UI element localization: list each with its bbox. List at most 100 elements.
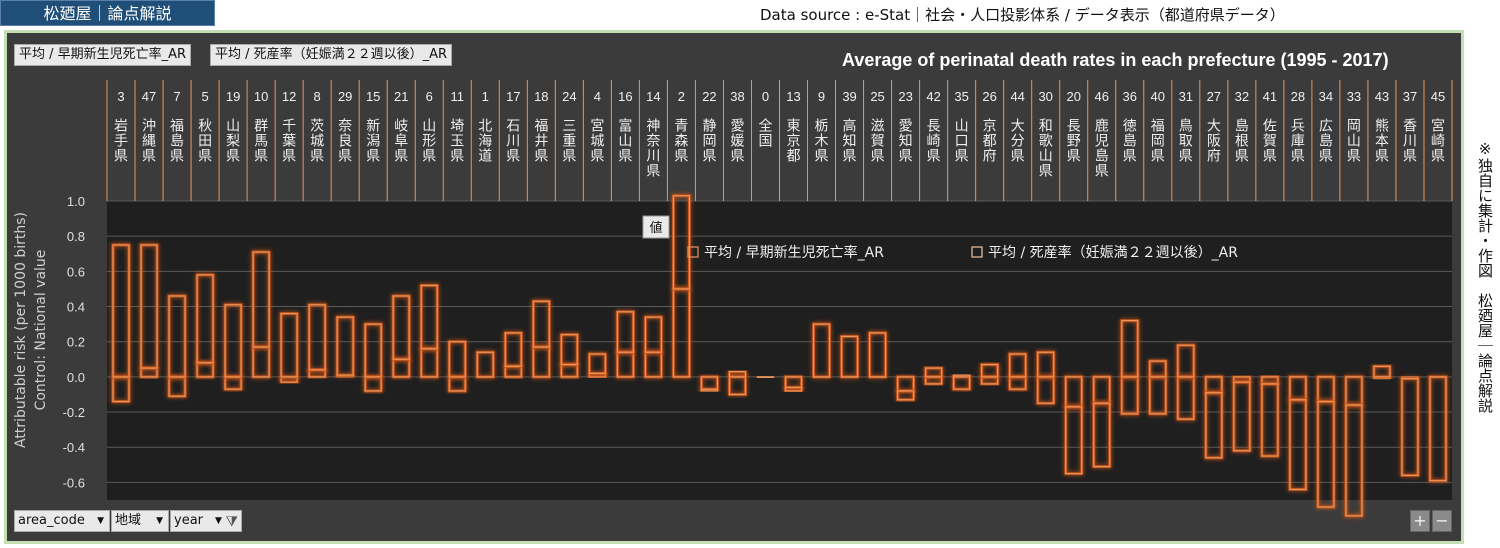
area-code-label: 43 bbox=[1375, 89, 1389, 104]
area-code-label: 28 bbox=[1291, 89, 1305, 104]
axis-button-region-label: 地域 bbox=[115, 513, 142, 528]
area-code-label: 14 bbox=[646, 89, 660, 104]
area-code-label: 45 bbox=[1431, 89, 1445, 104]
legend-label-early-neonatal: 平均 / 早期新生児死亡率_AR bbox=[704, 244, 884, 261]
region-label: 全国 bbox=[756, 117, 772, 148]
axis-button-year[interactable]: year ▼ ⧩ bbox=[170, 510, 242, 532]
area-code-label: 20 bbox=[1066, 89, 1080, 104]
legend-label-stillbirth: 平均 / 死産率（妊娠満２２週以後）_AR bbox=[988, 244, 1238, 261]
area-code-label: 8 bbox=[314, 89, 321, 104]
region-label: 栃木県 bbox=[813, 118, 829, 163]
region-label: 福岡県 bbox=[1149, 118, 1165, 163]
filter-icon: ⧩ bbox=[225, 514, 239, 530]
axis-button-region[interactable]: 地域 ▼ bbox=[111, 510, 169, 532]
region-label: 富山県 bbox=[616, 117, 632, 163]
region-label: 愛知県 bbox=[897, 118, 913, 163]
area-code-label: 24 bbox=[562, 89, 576, 104]
y-tick-label: 0.8 bbox=[67, 229, 85, 244]
area-code-label: 37 bbox=[1403, 89, 1417, 104]
region-label: 茨城県 bbox=[308, 118, 324, 163]
area-code-label: 44 bbox=[1010, 89, 1024, 104]
dropdown-arrow-icon: ▼ bbox=[156, 516, 163, 526]
dropdown-arrow-icon: ▼ bbox=[97, 516, 104, 526]
y-tick-label: 0.0 bbox=[67, 370, 85, 385]
y-tick-label: 1.0 bbox=[67, 194, 85, 209]
y-tick-label: -0.2 bbox=[63, 405, 85, 420]
area-code-label: 17 bbox=[506, 89, 520, 104]
area-code-label: 6 bbox=[426, 89, 433, 104]
region-label: 静岡県 bbox=[700, 118, 716, 163]
region-label: 熊本県 bbox=[1373, 118, 1389, 163]
region-label: 岡山県 bbox=[1345, 118, 1361, 163]
area-code-label: 47 bbox=[142, 89, 156, 104]
region-label: 島根県 bbox=[1233, 118, 1249, 163]
y-tick-label: -0.6 bbox=[63, 475, 85, 490]
region-label: 東京都 bbox=[785, 118, 801, 163]
area-code-label: 15 bbox=[366, 89, 380, 104]
area-code-label: 39 bbox=[842, 89, 856, 104]
y-tick-label: 0.4 bbox=[67, 300, 85, 315]
region-label: 高知県 bbox=[841, 117, 857, 163]
bar-segment-stillbirth bbox=[756, 376, 775, 378]
area-code-label: 9 bbox=[818, 89, 825, 104]
region-label: 広島県 bbox=[1317, 118, 1333, 163]
region-label: 徳島県 bbox=[1121, 118, 1137, 163]
area-code-label: 22 bbox=[702, 89, 716, 104]
region-label: 山口県 bbox=[953, 118, 969, 163]
side-note: ※独自に集計・作図 松廼屋｜論点解説 bbox=[1476, 140, 1494, 413]
area-code-label: 25 bbox=[870, 89, 884, 104]
area-code-label: 32 bbox=[1235, 89, 1249, 104]
region-label: 宮崎県 bbox=[1429, 118, 1445, 163]
region-label: 長野県 bbox=[1065, 118, 1081, 163]
region-label: 千葉県 bbox=[280, 118, 296, 163]
zoom-out-button[interactable]: − bbox=[1432, 510, 1452, 532]
y-tick-label: 0.2 bbox=[67, 335, 85, 350]
area-code-label: 5 bbox=[201, 89, 208, 104]
region-label: 福井県 bbox=[532, 118, 548, 163]
region-label: 兵庫県 bbox=[1289, 118, 1305, 163]
region-label: 香川県 bbox=[1401, 118, 1417, 163]
zoom-in-button[interactable]: + bbox=[1410, 510, 1430, 532]
region-label: 神奈川県 bbox=[644, 118, 660, 178]
area-code-label: 2 bbox=[678, 89, 685, 104]
area-code-label: 27 bbox=[1207, 89, 1221, 104]
region-label: 埼玉県 bbox=[448, 118, 464, 163]
area-code-label: 29 bbox=[338, 89, 352, 104]
region-label: 大分県 bbox=[1009, 118, 1025, 163]
area-code-label: 34 bbox=[1319, 89, 1333, 104]
area-code-label: 38 bbox=[730, 89, 744, 104]
region-label: 岐阜県 bbox=[392, 118, 408, 163]
area-code-label: 26 bbox=[982, 89, 996, 104]
area-code-label: 13 bbox=[786, 89, 800, 104]
axis-button-area-code[interactable]: area_code ▼ bbox=[14, 510, 110, 532]
area-code-label: 40 bbox=[1151, 89, 1165, 104]
dropdown-arrow-icon: ▼ bbox=[215, 516, 222, 526]
region-label: 北海道 bbox=[476, 118, 492, 163]
region-label: 愛媛県 bbox=[728, 118, 744, 163]
area-code-label: 10 bbox=[254, 89, 268, 104]
y-tick-label: 0.6 bbox=[67, 264, 85, 279]
region-label: 京都府 bbox=[981, 118, 997, 163]
area-code-label: 33 bbox=[1347, 89, 1361, 104]
area-code-label: 30 bbox=[1038, 89, 1052, 104]
region-label: 長崎県 bbox=[925, 118, 941, 163]
y-tick-label: -0.4 bbox=[63, 440, 85, 455]
area-code-label: 16 bbox=[618, 89, 632, 104]
region-label: 沖縄県 bbox=[140, 118, 156, 163]
region-label: 新潟県 bbox=[364, 118, 380, 163]
area-code-label: 31 bbox=[1179, 89, 1193, 104]
area-code-label: 23 bbox=[898, 89, 912, 104]
area-code-label: 0 bbox=[762, 89, 769, 104]
region-label: 青森県 bbox=[672, 118, 688, 163]
area-code-label: 19 bbox=[226, 89, 240, 104]
region-label: 鹿児島県 bbox=[1093, 117, 1109, 178]
tooltip-text: 値 bbox=[649, 220, 662, 236]
area-code-label: 42 bbox=[926, 89, 940, 104]
region-label: 大阪府 bbox=[1205, 118, 1221, 163]
y-axis-label: Attributable risk (per 1000 births) bbox=[13, 212, 29, 448]
area-code-label: 46 bbox=[1095, 89, 1109, 104]
y-axis-label-2: Control: National value bbox=[33, 250, 49, 411]
region-label: 秋田県 bbox=[196, 118, 212, 163]
area-code-label: 36 bbox=[1123, 89, 1137, 104]
area-code-label: 21 bbox=[394, 89, 408, 104]
